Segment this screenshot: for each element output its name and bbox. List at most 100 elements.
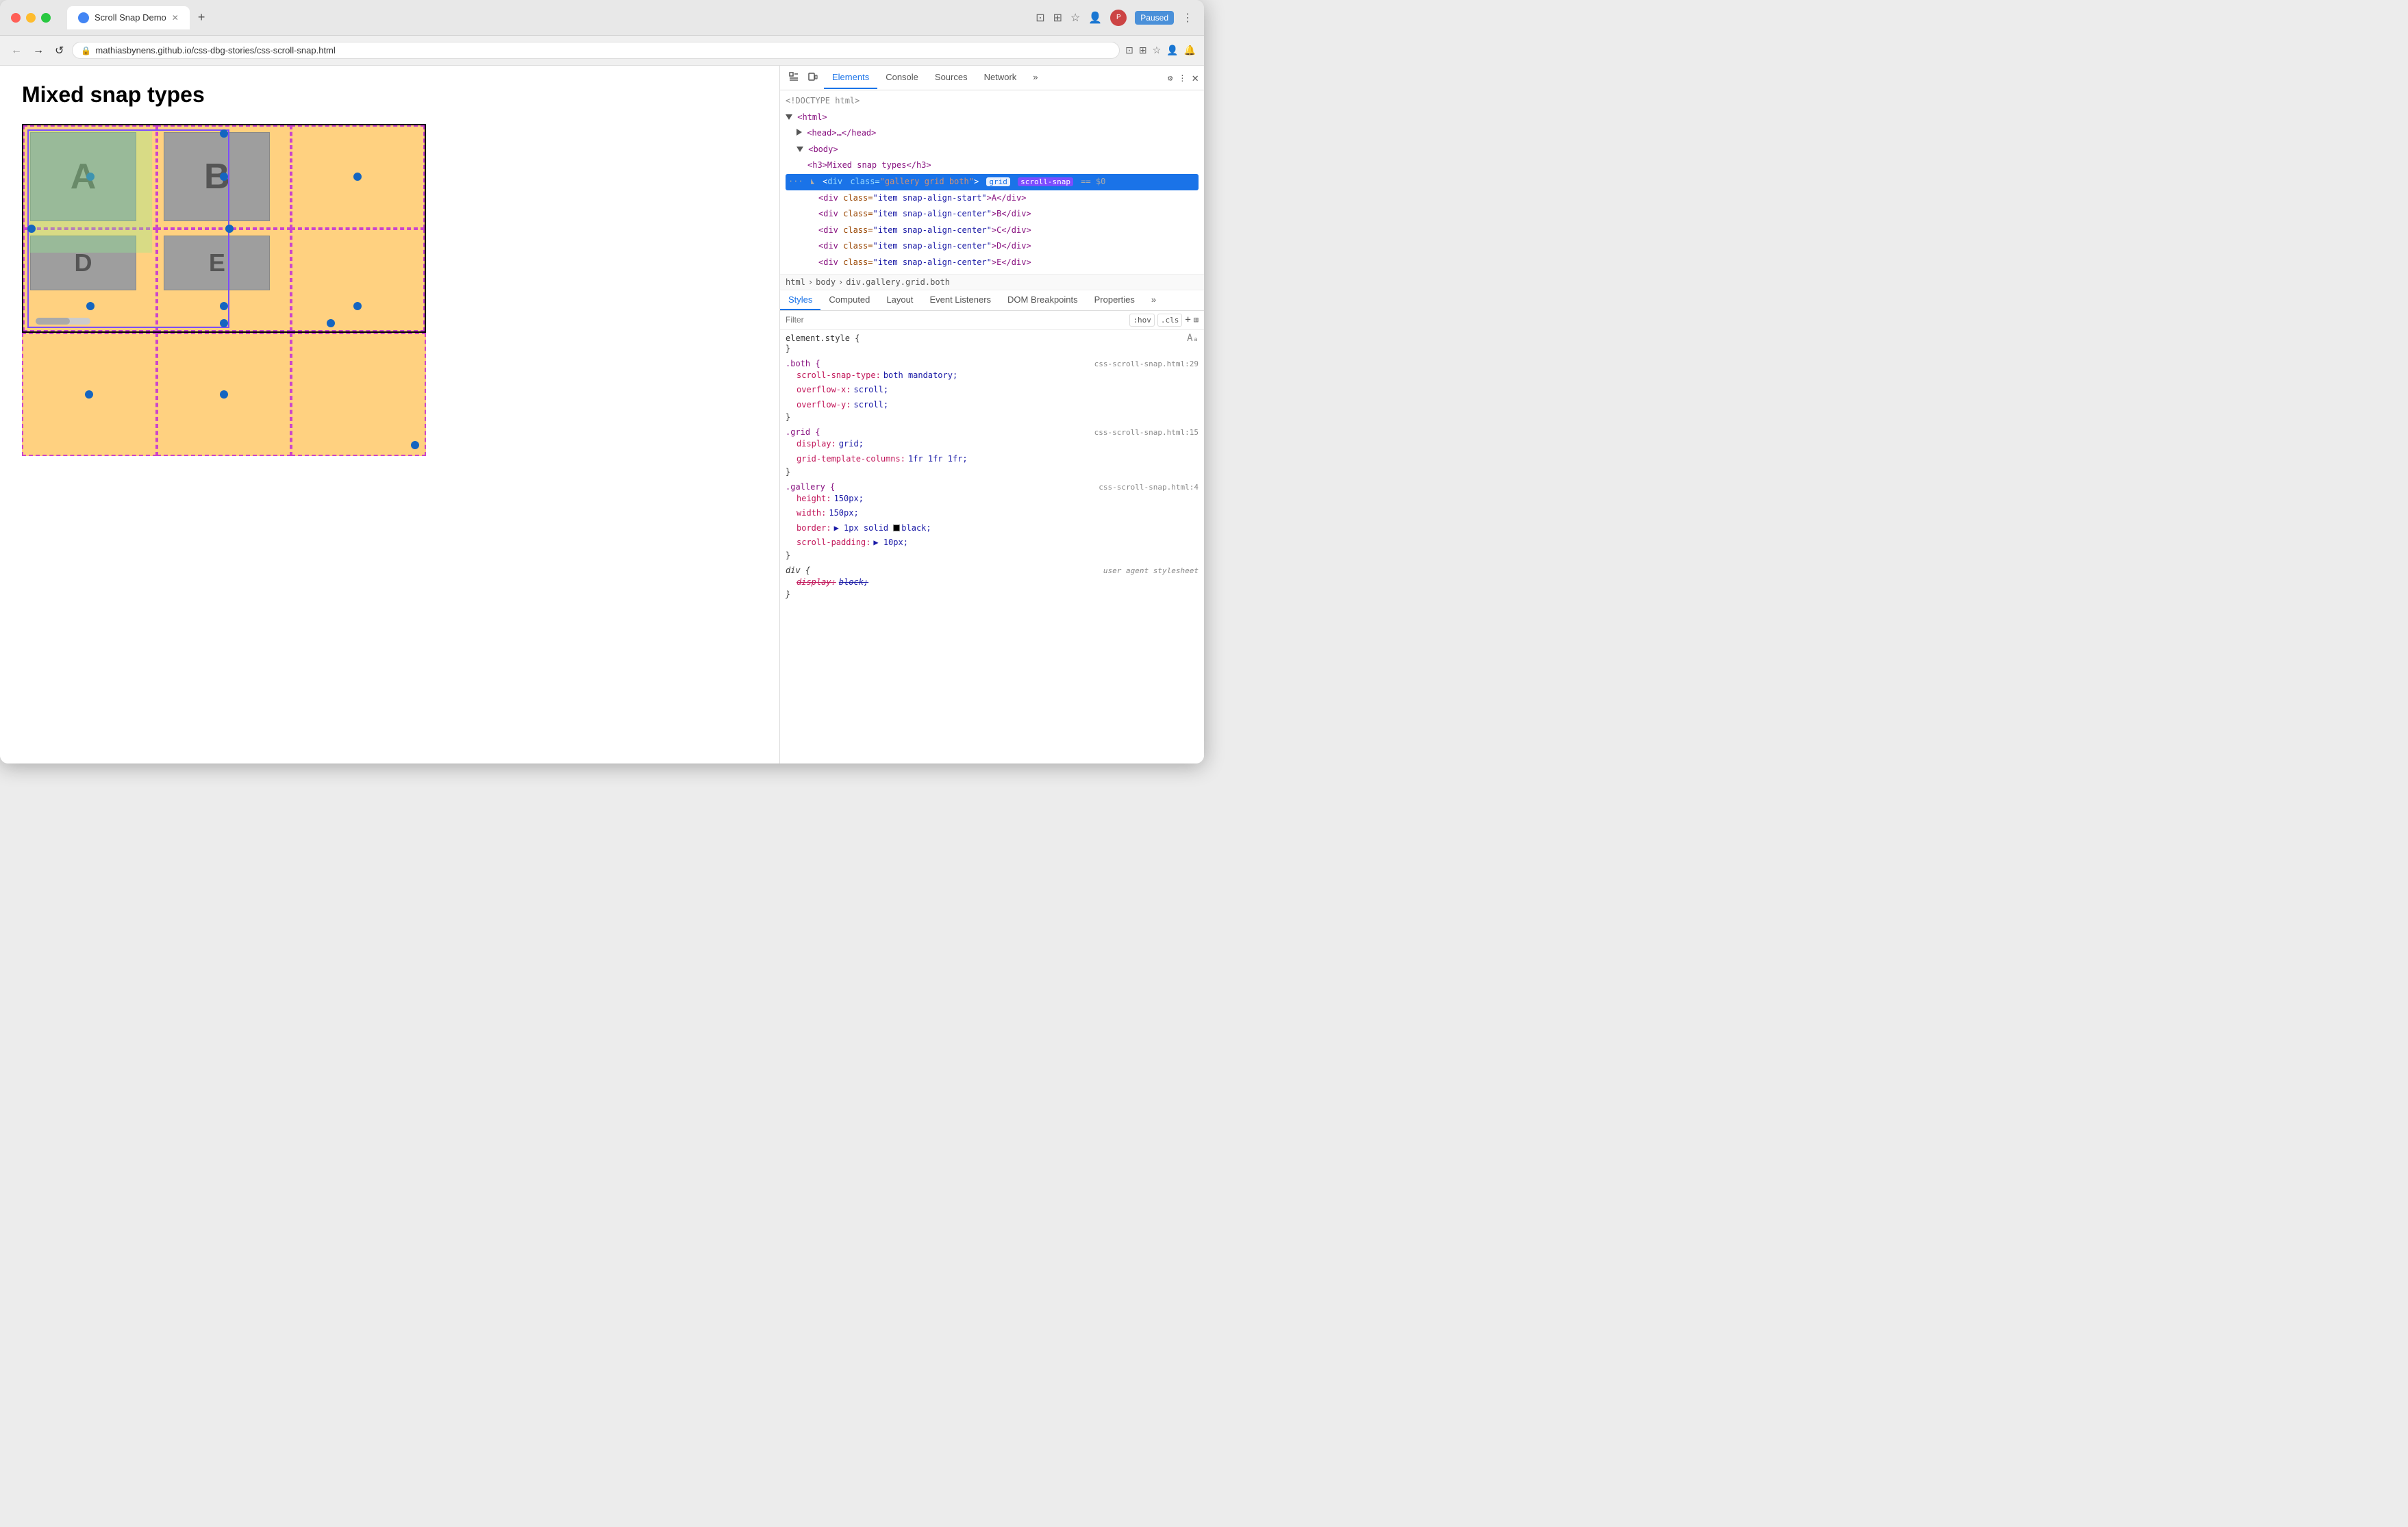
css-body-both: scroll-snap-type: both mandatory; overfl… [786,368,1199,413]
scroll-snap-badge[interactable]: scroll-snap [1018,177,1073,186]
tab-favicon [78,12,89,23]
element-picker-button[interactable] [786,68,802,88]
snap-indicator-left [27,225,36,233]
grid-icon[interactable]: ⊞ [1139,45,1147,56]
gallery-expand-icon[interactable] [811,179,818,184]
snap-item-f[interactable] [291,229,425,332]
breadcrumb-html[interactable]: html [786,277,805,287]
user-avatar[interactable]: P [1110,10,1127,26]
maximize-button[interactable] [41,13,51,23]
title-bar: Scroll Snap Demo ✕ + ⊡ ⊞ ☆ 👤 P Paused ⋮ [0,0,1204,36]
snap-item-a[interactable]: A [23,125,157,229]
snap-item-d[interactable]: D [23,229,157,332]
close-button[interactable] [11,13,21,23]
back-button[interactable]: ← [8,42,25,60]
styles-filter-input[interactable] [786,315,1127,325]
address-input[interactable]: 🔒 mathiasbynens.github.io/css-dbg-storie… [72,42,1120,59]
toggle-styles-icon[interactable]: ⊞ [1194,315,1199,325]
snap-item-7[interactable] [22,333,157,456]
snap-item-a-inner: A [30,132,136,221]
minimize-button[interactable] [26,13,36,23]
snap-item-e[interactable]: E [157,229,290,332]
devtools-more-button[interactable]: ⋮ [1178,73,1186,83]
tab-more[interactable]: » [1025,66,1046,89]
css-source-both[interactable]: css-scroll-snap.html:29 [1094,359,1199,368]
breadcrumb-body[interactable]: body [816,277,836,287]
device-toggle-button[interactable] [805,68,821,88]
dom-body[interactable]: <body> [786,142,1199,158]
dom-item-a[interactable]: <div class="item snap-align-start">A</di… [786,190,1199,207]
breadcrumb-div[interactable]: div.gallery.grid.both [846,277,950,287]
css-selector-gallery: .gallery { [786,482,835,492]
dom-item-e[interactable]: <div class="item snap-align-center">E</d… [786,255,1199,271]
profile-icon[interactable]: 👤 [1088,11,1102,25]
css-selector-element-style: element.style { [786,333,860,343]
styles-tab-event-listeners[interactable]: Event Listeners [921,290,999,310]
head-expand-icon[interactable] [797,129,802,136]
dom-item-d[interactable]: <div class="item snap-align-center">D</d… [786,238,1199,255]
styles-tab-properties[interactable]: Properties [1086,290,1143,310]
css-prop-overflow-x: overflow-x: scroll; [797,383,1199,398]
grid-badge[interactable]: grid [986,177,1010,186]
tab-sources[interactable]: Sources [927,66,976,89]
tab-elements[interactable]: Elements [824,66,877,89]
forward-button[interactable]: → [30,42,47,60]
scrollbar-d-thumb[interactable] [36,318,70,325]
hover-pseudo-button[interactable]: :hov [1129,314,1155,327]
screenshare-icon[interactable]: ⊡ [1125,45,1133,56]
snap-container[interactable]: A B [22,124,426,333]
bookmark-icon[interactable]: ☆ [1070,11,1080,25]
border-color-swatch[interactable] [893,525,900,531]
tab-close-button[interactable]: ✕ [172,13,179,23]
html-expand-icon[interactable] [786,114,792,120]
cls-button[interactable]: .cls [1157,314,1183,327]
dom-item-b[interactable]: <div class="item snap-align-center">B</d… [786,206,1199,223]
dom-div-gallery[interactable]: ··· <div class="gallery grid both"> grid… [786,174,1199,190]
css-rules: element.style { Aₐ } .both { css-scroll-… [780,330,1204,764]
styles-tab-computed[interactable]: Computed [820,290,878,310]
menu-icon[interactable]: ⋮ [1182,11,1193,25]
styles-tab-dom-breakpoints[interactable]: DOM Breakpoints [999,290,1086,310]
devtools-settings-button[interactable]: ⚙ [1168,73,1172,83]
notification-icon[interactable]: 🔔 [1184,45,1196,56]
scrollbar-d[interactable] [36,318,90,325]
styles-tab-layout[interactable]: Layout [878,290,921,310]
traffic-lights [11,13,51,23]
tab-network[interactable]: Network [976,66,1025,89]
snap-dot-b [220,173,228,181]
reload-button[interactable]: ↺ [52,41,66,60]
dom-h3[interactable]: <h3>Mixed snap types</h3> [786,157,1199,174]
snap-item-8[interactable] [157,333,292,456]
dom-head[interactable]: <head>…</head> [786,125,1199,142]
page-title: Mixed snap types [22,82,757,108]
devtools-toolbar: Elements Console Sources Network » ⚙ ⋮ ✕ [780,66,1204,90]
styles-tab-more[interactable]: » [1143,290,1164,310]
devtools-close-button[interactable]: ✕ [1192,71,1199,84]
active-tab[interactable]: Scroll Snap Demo ✕ [67,6,190,29]
css-source-grid[interactable]: css-scroll-snap.html:15 [1094,428,1199,437]
snap-item-9[interactable] [291,333,426,456]
add-style-button[interactable]: + [1185,314,1190,325]
star-icon[interactable]: ☆ [1153,45,1162,56]
styles-filter: :hov .cls + ⊞ [780,311,1204,330]
extensions-icon[interactable]: ⊞ [1053,11,1062,25]
browser-controls: ⊡ ⊞ ☆ 👤 P Paused ⋮ [1036,10,1193,26]
css-rule-element-style: element.style { Aₐ } [786,333,1199,353]
snap-item-e-inner: E [164,236,270,290]
body-expand-icon[interactable] [797,147,803,152]
tab-console[interactable]: Console [877,66,927,89]
snap-item-b[interactable]: B [157,125,290,229]
dom-html[interactable]: <html> [786,110,1199,126]
new-tab-button[interactable]: + [198,10,205,25]
cast-icon[interactable]: ⊡ [1036,11,1044,25]
css-source-gallery[interactable]: css-scroll-snap.html:4 [1099,483,1199,492]
snap-dot-f [353,302,362,310]
css-prop-overflow-y: overflow-y: scroll; [797,398,1199,413]
dom-item-c[interactable]: <div class="item snap-align-center">C</d… [786,223,1199,239]
paused-button[interactable]: Paused [1135,11,1174,25]
styles-tabs: Styles Computed Layout Event Listeners D… [780,290,1204,311]
scroll-snap-demo: A B [22,124,426,456]
profile-icon2[interactable]: 👤 [1166,45,1178,56]
snap-item-c[interactable] [291,125,425,229]
styles-tab-styles[interactable]: Styles [780,290,820,310]
